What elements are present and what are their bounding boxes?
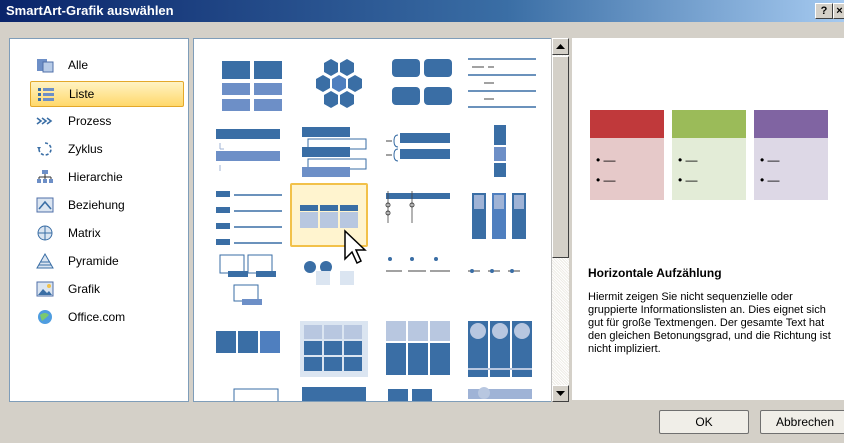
dialog-title: SmartArt-Grafik auswählen: [6, 3, 174, 18]
hierarchy-icon: [37, 170, 53, 183]
layout-thumbnail[interactable]: [214, 319, 292, 383]
layout-preview: • — • — • — • — • — • —: [590, 110, 830, 202]
category-item-alle[interactable]: Alle: [30, 53, 182, 77]
category-item-matrix[interactable]: Matrix: [30, 221, 182, 245]
relationship-icon: [36, 197, 54, 213]
category-label: Prozess: [68, 114, 112, 128]
preview-bullets: • — • —: [678, 153, 698, 187]
layout-thumbnail[interactable]: [214, 249, 292, 313]
layout-thumbnail[interactable]: [298, 123, 376, 187]
layout-thumbnail[interactable]: [464, 249, 542, 313]
category-item-beziehung[interactable]: Beziehung: [30, 193, 182, 217]
category-label: Liste: [69, 87, 95, 101]
scroll-up-button[interactable]: [552, 38, 569, 55]
preview-body-1: • — • —: [590, 138, 664, 200]
category-label: Zyklus: [68, 142, 103, 156]
layout-gallery: [193, 38, 553, 402]
category-label: Hierarchie: [68, 170, 123, 184]
mouse-cursor-icon: [344, 229, 367, 265]
preview-header-1: [590, 110, 664, 138]
preview-bullets: • — • —: [596, 153, 616, 187]
layout-thumbnail[interactable]: [382, 249, 460, 313]
layout-thumbnail[interactable]: [464, 383, 542, 401]
preview-header-3: [754, 110, 828, 138]
layout-thumbnail[interactable]: [382, 123, 460, 187]
layout-thumbnail[interactable]: [214, 123, 292, 187]
arrow-down-icon: [556, 391, 565, 396]
preview-description: Hiermit zeigen Sie nicht sequenzielle od…: [588, 291, 831, 355]
layout-thumbnail[interactable]: [382, 55, 460, 119]
layout-thumbnail[interactable]: [382, 187, 460, 251]
scroll-thumb[interactable]: [552, 56, 569, 258]
category-label: Office.com: [68, 310, 126, 324]
close-button[interactable]: ×: [833, 3, 844, 19]
gallery-scrollbar[interactable]: [551, 38, 569, 402]
layout-thumbnail[interactable]: [214, 55, 292, 119]
scroll-down-button[interactable]: [552, 385, 569, 402]
category-item-prozess[interactable]: Prozess: [30, 109, 182, 133]
cycle-icon: [37, 142, 52, 156]
preview-body-2: • — • —: [672, 138, 746, 200]
preview-body-3: • — • —: [754, 138, 828, 200]
matrix-icon: [37, 225, 53, 241]
layout-thumbnail[interactable]: [464, 123, 542, 187]
process-icon: [36, 117, 53, 125]
category-label: Matrix: [68, 226, 101, 240]
category-list: Alle Liste Prozess Zyklus Hierarchie Bez…: [9, 38, 189, 402]
pyramid-icon: [36, 253, 54, 269]
category-item-pyramide[interactable]: Pyramide: [30, 249, 182, 273]
layout-thumbnail[interactable]: [214, 383, 292, 401]
preview-header-2: [672, 110, 746, 138]
category-item-office-com[interactable]: Office.com: [30, 305, 182, 329]
picture-icon: [36, 281, 54, 297]
category-label: Beziehung: [68, 198, 125, 212]
layout-thumbnail[interactable]: [464, 55, 542, 119]
layout-thumbnail[interactable]: [464, 187, 542, 251]
category-item-zyklus[interactable]: Zyklus: [30, 137, 182, 161]
layout-thumbnail[interactable]: [214, 187, 292, 251]
layout-thumbnail[interactable]: [298, 55, 376, 119]
layout-thumbnail[interactable]: [382, 383, 460, 401]
category-label: Pyramide: [68, 254, 119, 268]
title-bar: SmartArt-Grafik auswählen ? ×: [0, 0, 844, 22]
cancel-button[interactable]: Abbrechen: [760, 410, 844, 434]
layout-thumbnail[interactable]: [298, 383, 376, 401]
category-label: Alle: [68, 58, 89, 72]
layout-thumbnail[interactable]: [464, 319, 542, 383]
all-icon: [37, 59, 54, 73]
ok-button[interactable]: OK: [659, 410, 749, 434]
preview-title: Horizontale Aufzählung: [588, 266, 722, 280]
preview-bullets: • — • —: [760, 153, 780, 187]
category-item-hierarchie[interactable]: Hierarchie: [30, 165, 182, 189]
layout-thumbnail[interactable]: [298, 319, 376, 383]
layout-thumbnail[interactable]: [382, 319, 460, 383]
preview-panel: • — • — • — • — • — • — Horizontale Aufzähl…: [572, 38, 844, 400]
category-label: Grafik: [68, 282, 101, 296]
help-button[interactable]: ?: [815, 3, 833, 19]
category-item-grafik[interactable]: Grafik: [30, 277, 182, 301]
office-com-icon: [38, 310, 52, 324]
category-item-liste[interactable]: Liste: [30, 81, 184, 107]
arrow-up-icon: [556, 44, 565, 49]
list-icon: [38, 88, 54, 101]
